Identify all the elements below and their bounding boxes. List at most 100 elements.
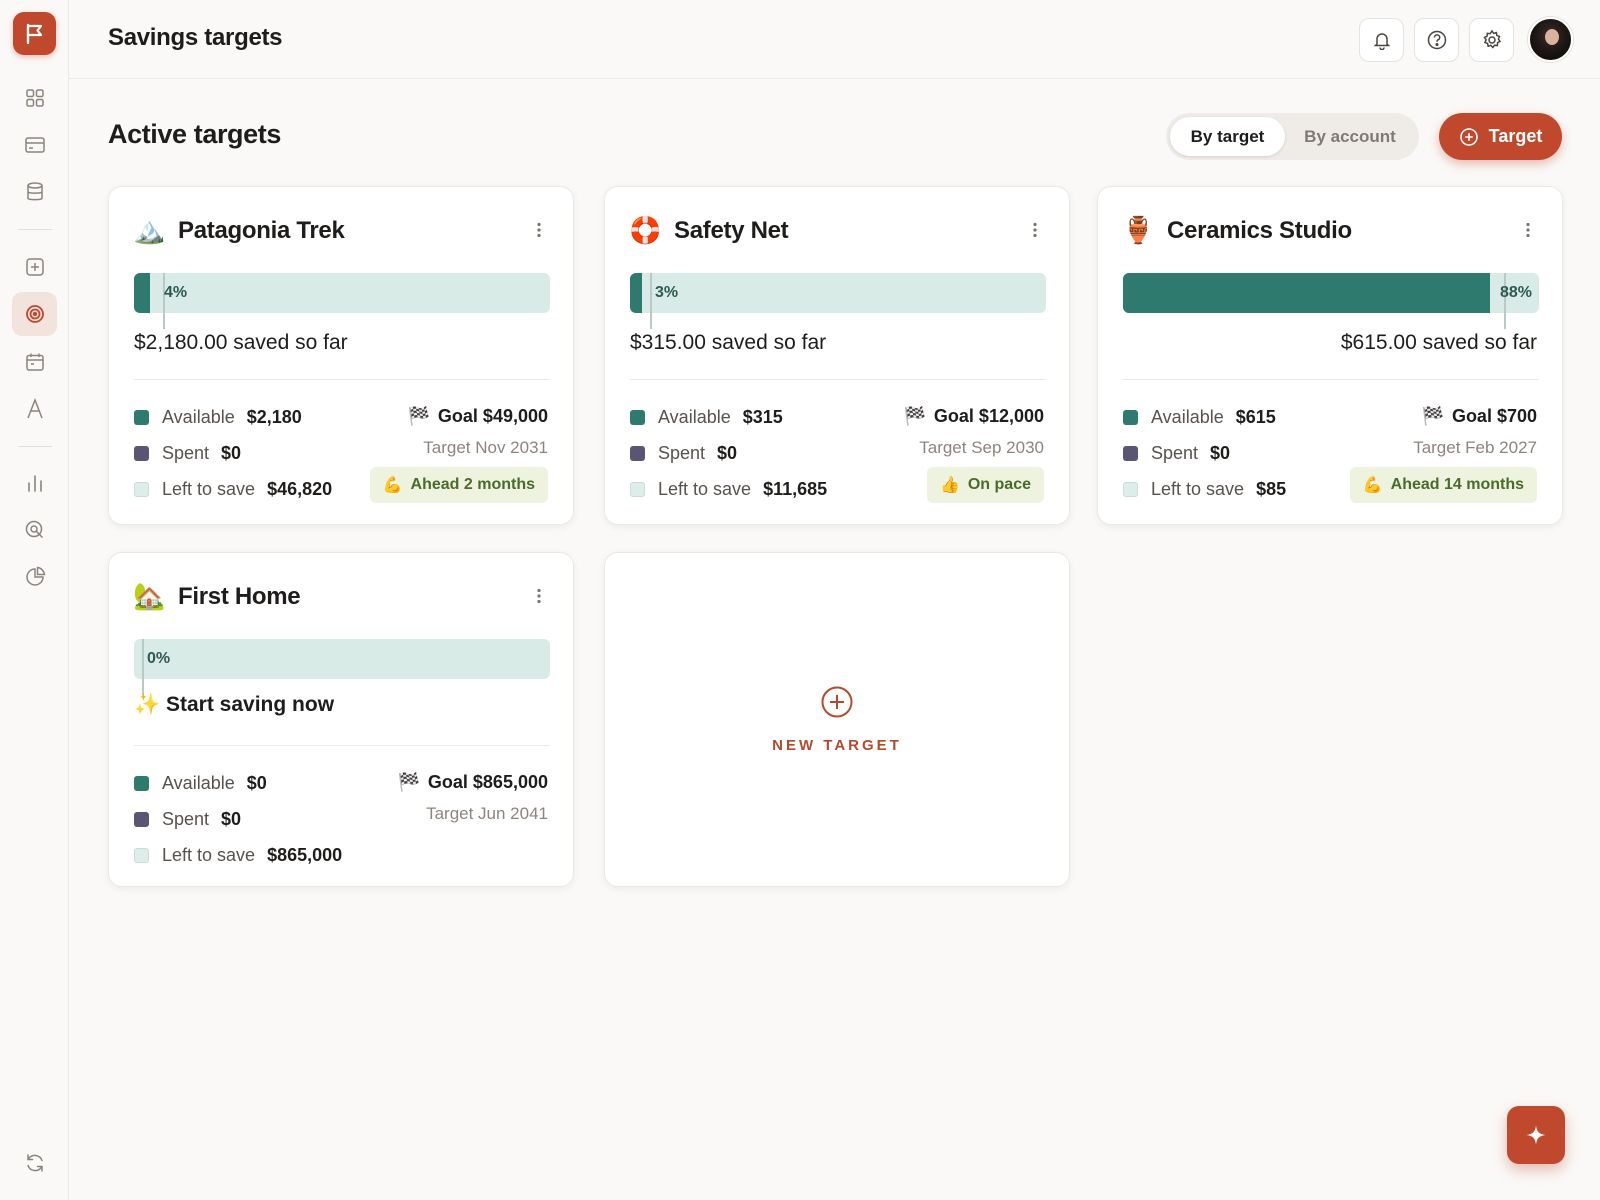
settings-button[interactable]	[1469, 18, 1514, 62]
left-value: $865,000	[267, 845, 343, 865]
search-zoom-icon	[25, 520, 43, 539]
pace-label: On pace	[967, 476, 1031, 493]
left-swatch	[630, 482, 645, 497]
sparkles-icon: ✨	[134, 693, 161, 716]
flexed-biceps-icon: 💪	[1362, 477, 1383, 494]
target-card[interactable]: 🛟 Safety Net 3% $315.00 saved so far Ava…	[604, 186, 1070, 525]
progress-marker	[142, 639, 144, 695]
progress-percent: 0%	[147, 650, 171, 667]
new-target-label: NEW TARGET	[772, 737, 902, 754]
bar-chart-icon	[27, 475, 42, 492]
target-card[interactable]: 🏺 Ceramics Studio 88% $615.00 saved so f…	[1097, 186, 1563, 525]
spent-value: $0	[221, 443, 242, 463]
help-button[interactable]	[1414, 18, 1459, 62]
calendar-icon	[25, 353, 44, 371]
house-icon: 🏡	[133, 581, 166, 611]
target-card[interactable]: 🏡 First Home 0% ✨ Start saving now Avail…	[108, 552, 574, 887]
flexed-biceps-icon: 💪	[382, 477, 403, 494]
card-menu-button[interactable]	[529, 583, 549, 609]
pace-badge: 👍 On pace	[926, 467, 1044, 503]
progress-bar	[134, 273, 550, 313]
progress-percent: 3%	[655, 284, 679, 301]
legend-available: Available $615	[1123, 407, 1276, 428]
card-menu-button[interactable]	[529, 217, 549, 243]
app-logo[interactable]	[13, 12, 56, 55]
checkered-flag-icon: 🏁	[407, 406, 430, 426]
progress-percent: 88%	[1500, 284, 1533, 301]
new-target-card[interactable]: NEW TARGET	[604, 552, 1070, 887]
saved-amount: $315.00 saved so far	[630, 331, 827, 354]
card-menu-button[interactable]	[1518, 217, 1538, 243]
nav-search[interactable]	[12, 508, 57, 552]
progress-fill	[1123, 273, 1490, 313]
nav-accounts[interactable]	[12, 123, 57, 167]
legend-available: Available $2,180	[134, 407, 302, 428]
card-menu-button[interactable]	[1025, 217, 1045, 243]
spent-label: Spent	[1151, 443, 1199, 463]
database-icon	[26, 182, 43, 201]
card-divider	[134, 745, 550, 746]
nav-dashboard[interactable]	[12, 76, 57, 120]
plus-circle-icon	[1459, 127, 1478, 146]
nav-calendar[interactable]	[12, 340, 57, 384]
target-date: Target Nov 2031	[423, 438, 548, 457]
legend-left: Left to save $11,685	[630, 479, 827, 500]
sidebar-divider	[18, 229, 52, 230]
add-target-label: Target	[1488, 126, 1543, 146]
saved-amount: $2,180.00 saved so far	[134, 331, 348, 354]
left-label: Left to save	[1151, 479, 1245, 499]
spent-label: Spent	[162, 443, 210, 463]
nav-add[interactable]	[12, 245, 57, 289]
nav-reports[interactable]	[12, 461, 57, 505]
nav-targets[interactable]	[12, 292, 57, 336]
more-vertical-icon	[537, 588, 541, 604]
pace-label: Ahead 2 months	[410, 476, 535, 493]
nav-text[interactable]	[12, 387, 57, 431]
available-value: $615	[1235, 407, 1276, 427]
target-date: Target Jun 2041	[426, 804, 548, 823]
flag-logo-icon	[26, 23, 42, 44]
card-title: Safety Net	[674, 217, 789, 244]
pie-chart-icon	[25, 566, 45, 586]
target-date: Target Feb 2027	[1413, 438, 1537, 457]
user-avatar[interactable]	[1528, 17, 1573, 62]
assistant-button[interactable]	[1507, 1106, 1565, 1164]
spent-label: Spent	[162, 809, 210, 829]
refresh-icon	[26, 1154, 43, 1172]
goal: 🏁 Goal $865,000	[397, 772, 548, 793]
left-label: Left to save	[162, 479, 256, 499]
notifications-button[interactable]	[1359, 18, 1404, 62]
left-swatch	[1123, 482, 1138, 497]
legend-left: Left to save $46,820	[134, 479, 332, 500]
card-divider	[630, 379, 1046, 380]
left-label: Left to save	[162, 845, 256, 865]
goal-amount: Goal $49,000	[437, 406, 548, 426]
view-by-account[interactable]: By account	[1285, 117, 1415, 156]
nav-analytics[interactable]	[12, 555, 57, 599]
goal: 🏁 Goal $49,000	[408, 406, 549, 427]
left-label: Left to save	[658, 479, 752, 499]
target-card[interactable]: 🏔️ Patagonia Trek 4% $2,180.00 saved so …	[108, 186, 574, 525]
legend-spent: Spent $0	[134, 443, 241, 464]
legend-left: Left to save $85	[1123, 479, 1286, 500]
available-label: Available	[162, 407, 235, 427]
spent-value: $0	[1210, 443, 1231, 463]
checkered-flag-icon: 🏁	[903, 406, 926, 426]
available-label: Available	[1151, 407, 1224, 427]
available-value: $2,180	[246, 407, 302, 427]
nav-data[interactable]	[12, 170, 57, 214]
page-title: Savings targets	[108, 24, 283, 51]
help-icon	[1427, 30, 1446, 50]
view-by-target[interactable]: By target	[1170, 117, 1285, 156]
saved-hint: ✨ Start saving now	[134, 693, 334, 717]
nav-sync[interactable]	[12, 1141, 57, 1185]
progress-bar	[630, 273, 1046, 313]
left-value: $85	[1256, 479, 1287, 499]
card-title: First Home	[178, 583, 301, 610]
goal-amount: Goal $700	[1451, 406, 1537, 426]
add-target-button[interactable]: Target	[1439, 113, 1562, 160]
more-vertical-icon	[1526, 222, 1530, 238]
goal-amount: Goal $12,000	[933, 406, 1044, 426]
available-value: $315	[742, 407, 783, 427]
section-title: Active targets	[108, 119, 281, 149]
